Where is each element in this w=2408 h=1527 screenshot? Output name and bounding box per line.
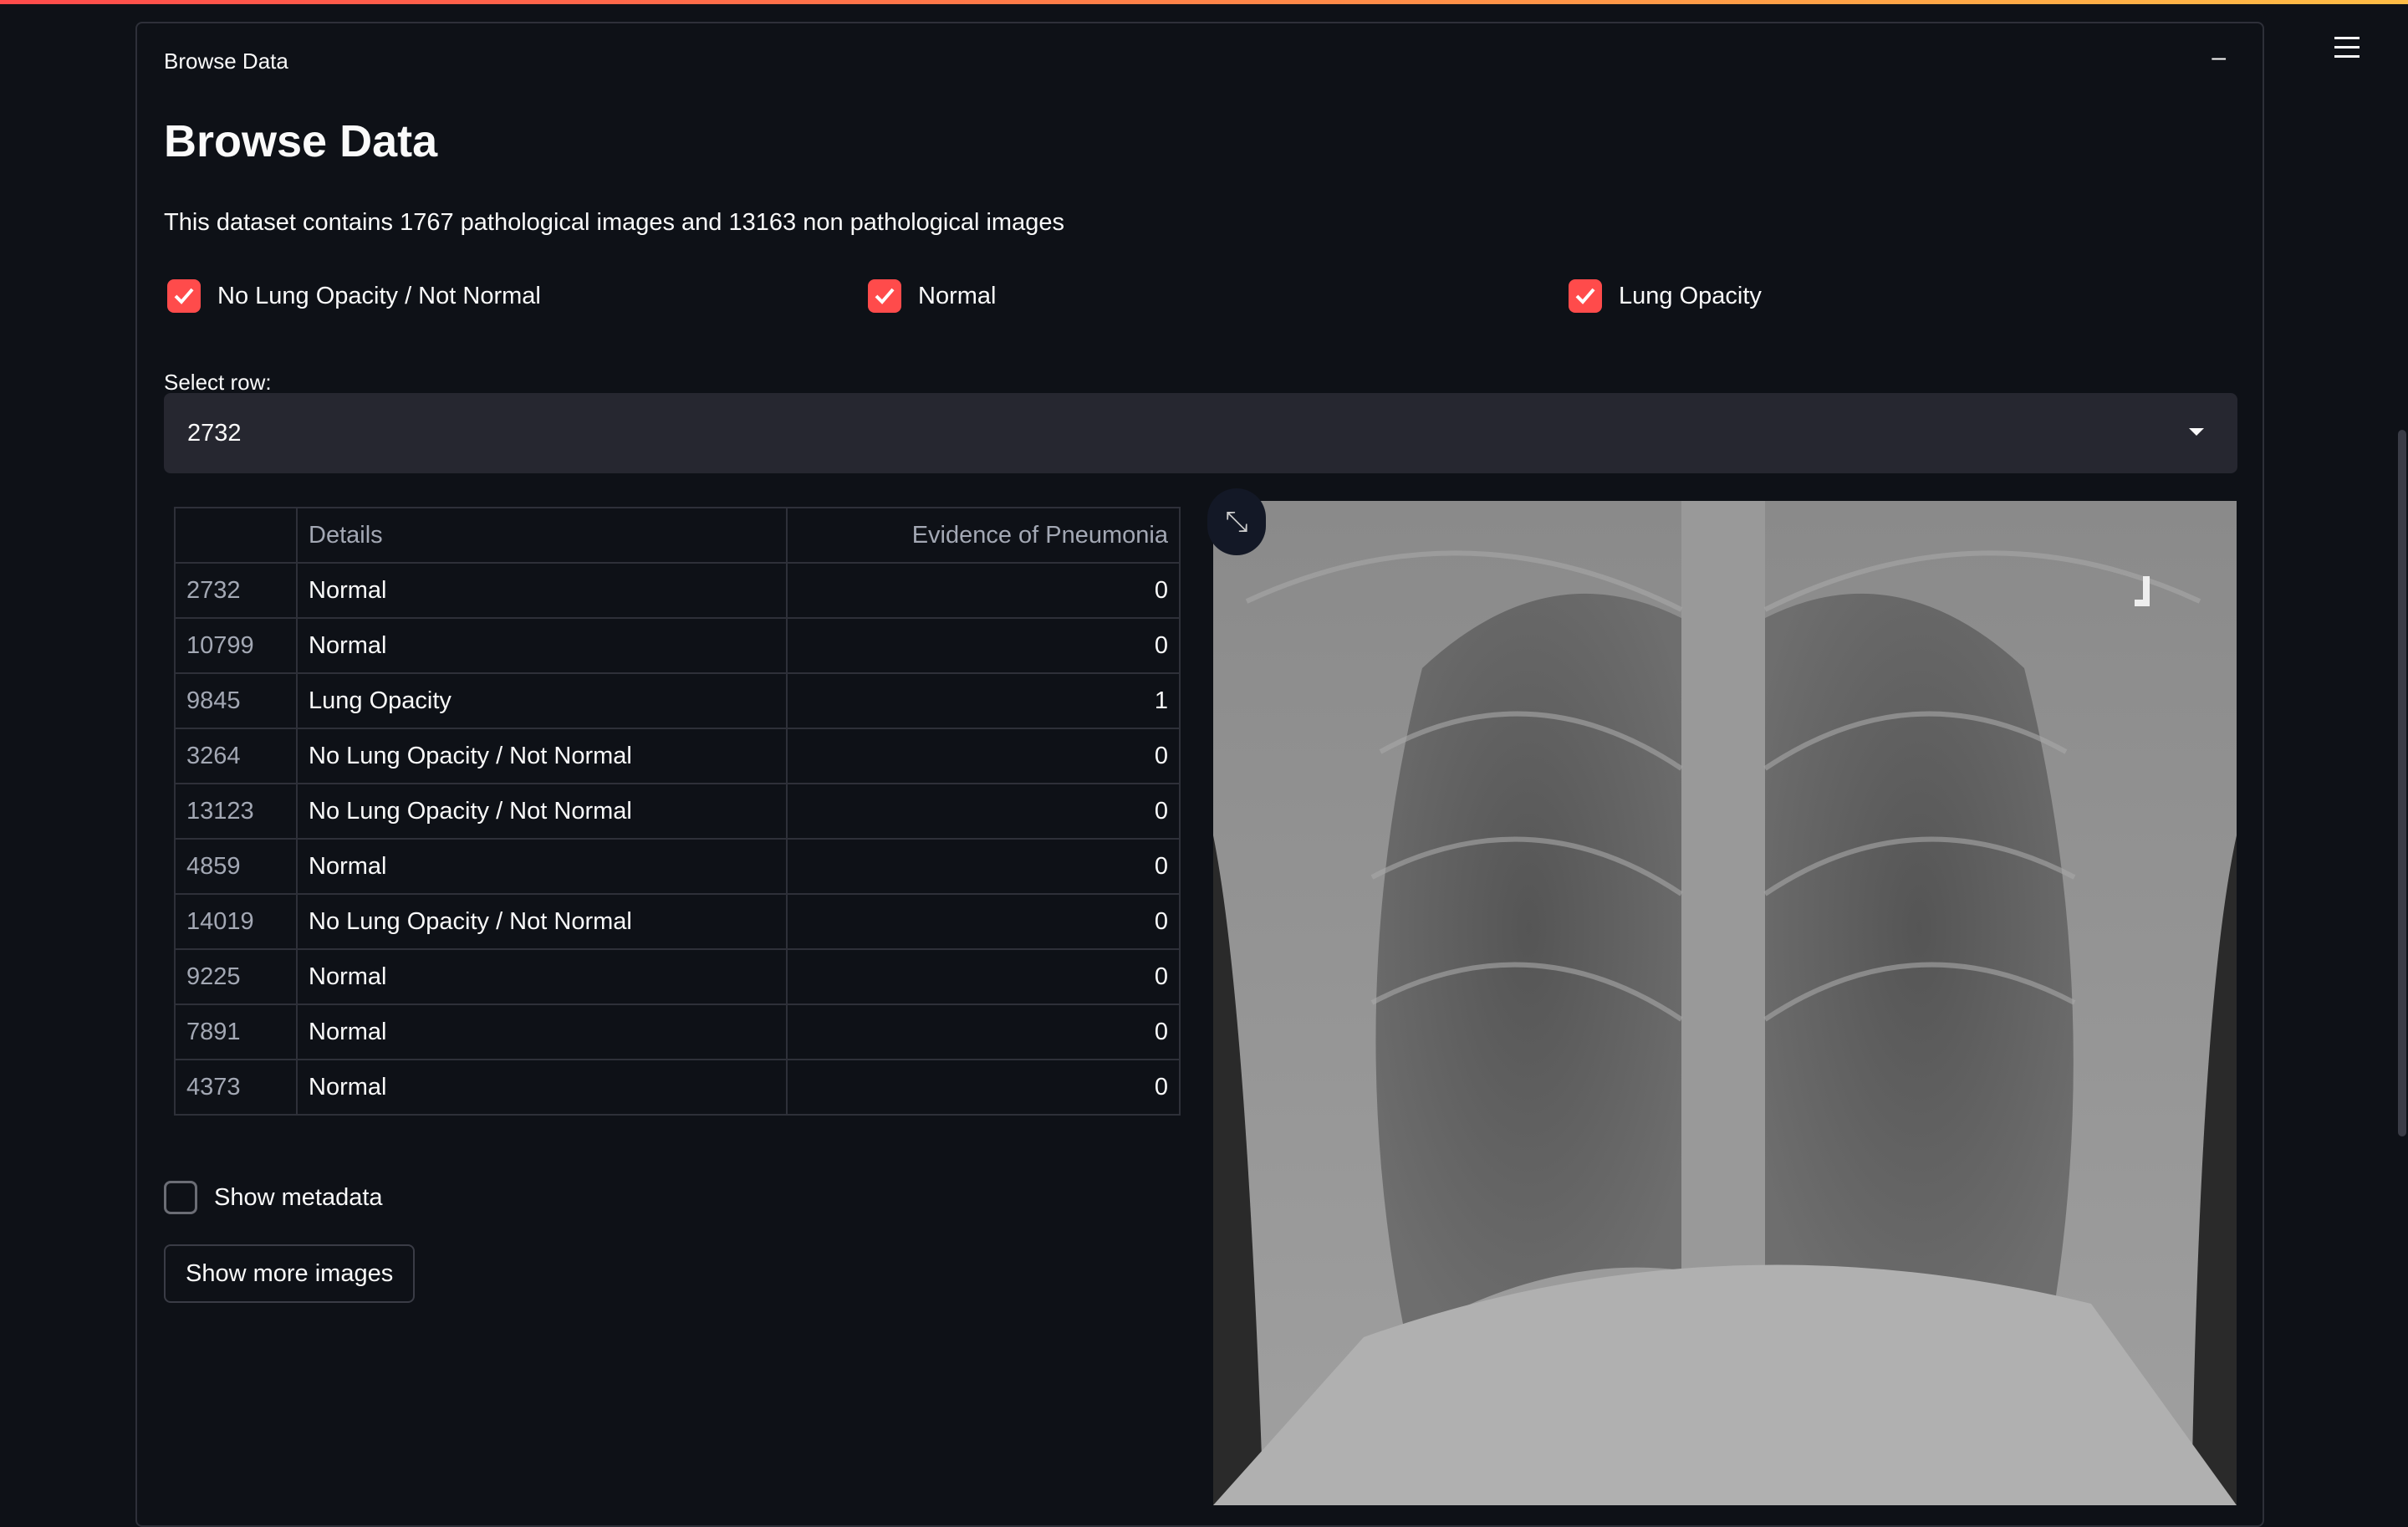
evidence-cell: 0 <box>786 948 1181 1005</box>
evidence-cell: 0 <box>786 783 1181 840</box>
table-row[interactable]: 10799 Normal 0 <box>174 617 1181 674</box>
evidence-cell: 0 <box>786 838 1181 895</box>
table-row[interactable]: 2732 Normal 0 <box>174 562 1181 619</box>
details-cell: Normal <box>296 838 788 895</box>
select-row-dropdown[interactable]: 2732 <box>164 393 2237 473</box>
checkbox-label: No Lung Opacity / Not Normal <box>217 282 541 309</box>
row-index-cell: 9845 <box>174 672 298 729</box>
table-row[interactable]: 9225 Normal 0 <box>174 948 1181 1005</box>
row-index-cell: 2732 <box>174 562 298 619</box>
select-row-label: Select row: <box>164 370 272 395</box>
column-header-index[interactable] <box>174 507 298 564</box>
show-more-images-button[interactable]: Show more images <box>164 1244 416 1303</box>
evidence-cell: 1 <box>786 672 1181 729</box>
row-index-cell: 3264 <box>174 728 298 784</box>
row-index-cell: 7891 <box>174 1004 298 1060</box>
select-row-value: 2732 <box>187 419 242 447</box>
minus-icon[interactable]: – <box>2212 43 2226 72</box>
page-scrollbar[interactable] <box>2398 430 2406 1136</box>
evidence-cell: 0 <box>786 893 1181 950</box>
evidence-cell: 0 <box>786 1059 1181 1116</box>
checkbox-label: Normal <box>918 282 997 309</box>
evidence-cell: 0 <box>786 617 1181 674</box>
row-index-cell: 4859 <box>174 838 298 895</box>
details-cell: No Lung Opacity / Not Normal <box>296 893 788 950</box>
evidence-cell: 0 <box>786 728 1181 784</box>
details-cell: Normal <box>296 1059 788 1116</box>
expander-header[interactable]: Browse Data <box>164 49 288 74</box>
details-cell: Lung Opacity <box>296 672 788 729</box>
table-row[interactable]: 13123 No Lung Opacity / Not Normal 0 <box>174 783 1181 840</box>
row-index-cell: 14019 <box>174 893 298 950</box>
hamburger-icon[interactable] <box>2334 37 2360 64</box>
chevron-down-icon <box>2189 428 2204 436</box>
details-cell: No Lung Opacity / Not Normal <box>296 728 788 784</box>
page-title: Browse Data <box>164 116 438 166</box>
filter-checkbox-lung-opacity[interactable]: Lung Opacity <box>1569 279 1762 313</box>
table-row[interactable]: 4373 Normal 0 <box>174 1059 1181 1116</box>
filter-checkbox-normal[interactable]: Normal <box>868 279 996 313</box>
checkbox-unchecked-icon[interactable] <box>164 1181 197 1214</box>
column-header-evidence[interactable]: Evidence of Pneumonia <box>786 507 1181 564</box>
row-index-cell: 10799 <box>174 617 298 674</box>
checkbox-checked-icon[interactable] <box>167 279 201 313</box>
expand-icon[interactable]: ⤡ <box>1207 488 1266 555</box>
show-metadata-checkbox[interactable]: Show metadata <box>164 1181 383 1214</box>
details-cell: Normal <box>296 617 788 674</box>
evidence-cell: 0 <box>786 562 1181 619</box>
checkbox-label: Lung Opacity <box>1619 282 1762 309</box>
evidence-cell: 0 <box>786 1004 1181 1060</box>
table-row[interactable]: 3264 No Lung Opacity / Not Normal 0 <box>174 728 1181 784</box>
row-index-cell: 9225 <box>174 948 298 1005</box>
column-header-details[interactable]: Details <box>296 507 788 564</box>
checkbox-checked-icon[interactable] <box>1569 279 1602 313</box>
dataset-description: This dataset contains 1767 pathological … <box>164 209 1064 236</box>
details-cell: No Lung Opacity / Not Normal <box>296 783 788 840</box>
details-cell: Normal <box>296 1004 788 1060</box>
table-row[interactable]: 9845 Lung Opacity 1 <box>174 672 1181 729</box>
checkbox-checked-icon[interactable] <box>868 279 901 313</box>
table-row[interactable]: 14019 No Lung Opacity / Not Normal 0 <box>174 893 1181 950</box>
checkbox-label: Show metadata <box>214 1183 383 1211</box>
details-cell: Normal <box>296 562 788 619</box>
top-decoration-bar <box>0 0 2408 4</box>
table-header-row: Details Evidence of Pneumonia <box>174 507 1181 564</box>
data-table: Details Evidence of Pneumonia 2732 Normal… <box>174 507 1181 1116</box>
table-row[interactable]: 7891 Normal 0 <box>174 1004 1181 1060</box>
row-index-cell: 4373 <box>174 1059 298 1116</box>
filter-checkbox-no-lung-opacity[interactable]: No Lung Opacity / Not Normal <box>167 279 541 313</box>
chest-xray-image <box>1213 501 2237 1505</box>
table-row[interactable]: 4859 Normal 0 <box>174 838 1181 895</box>
row-index-cell: 13123 <box>174 783 298 840</box>
details-cell: Normal <box>296 948 788 1005</box>
